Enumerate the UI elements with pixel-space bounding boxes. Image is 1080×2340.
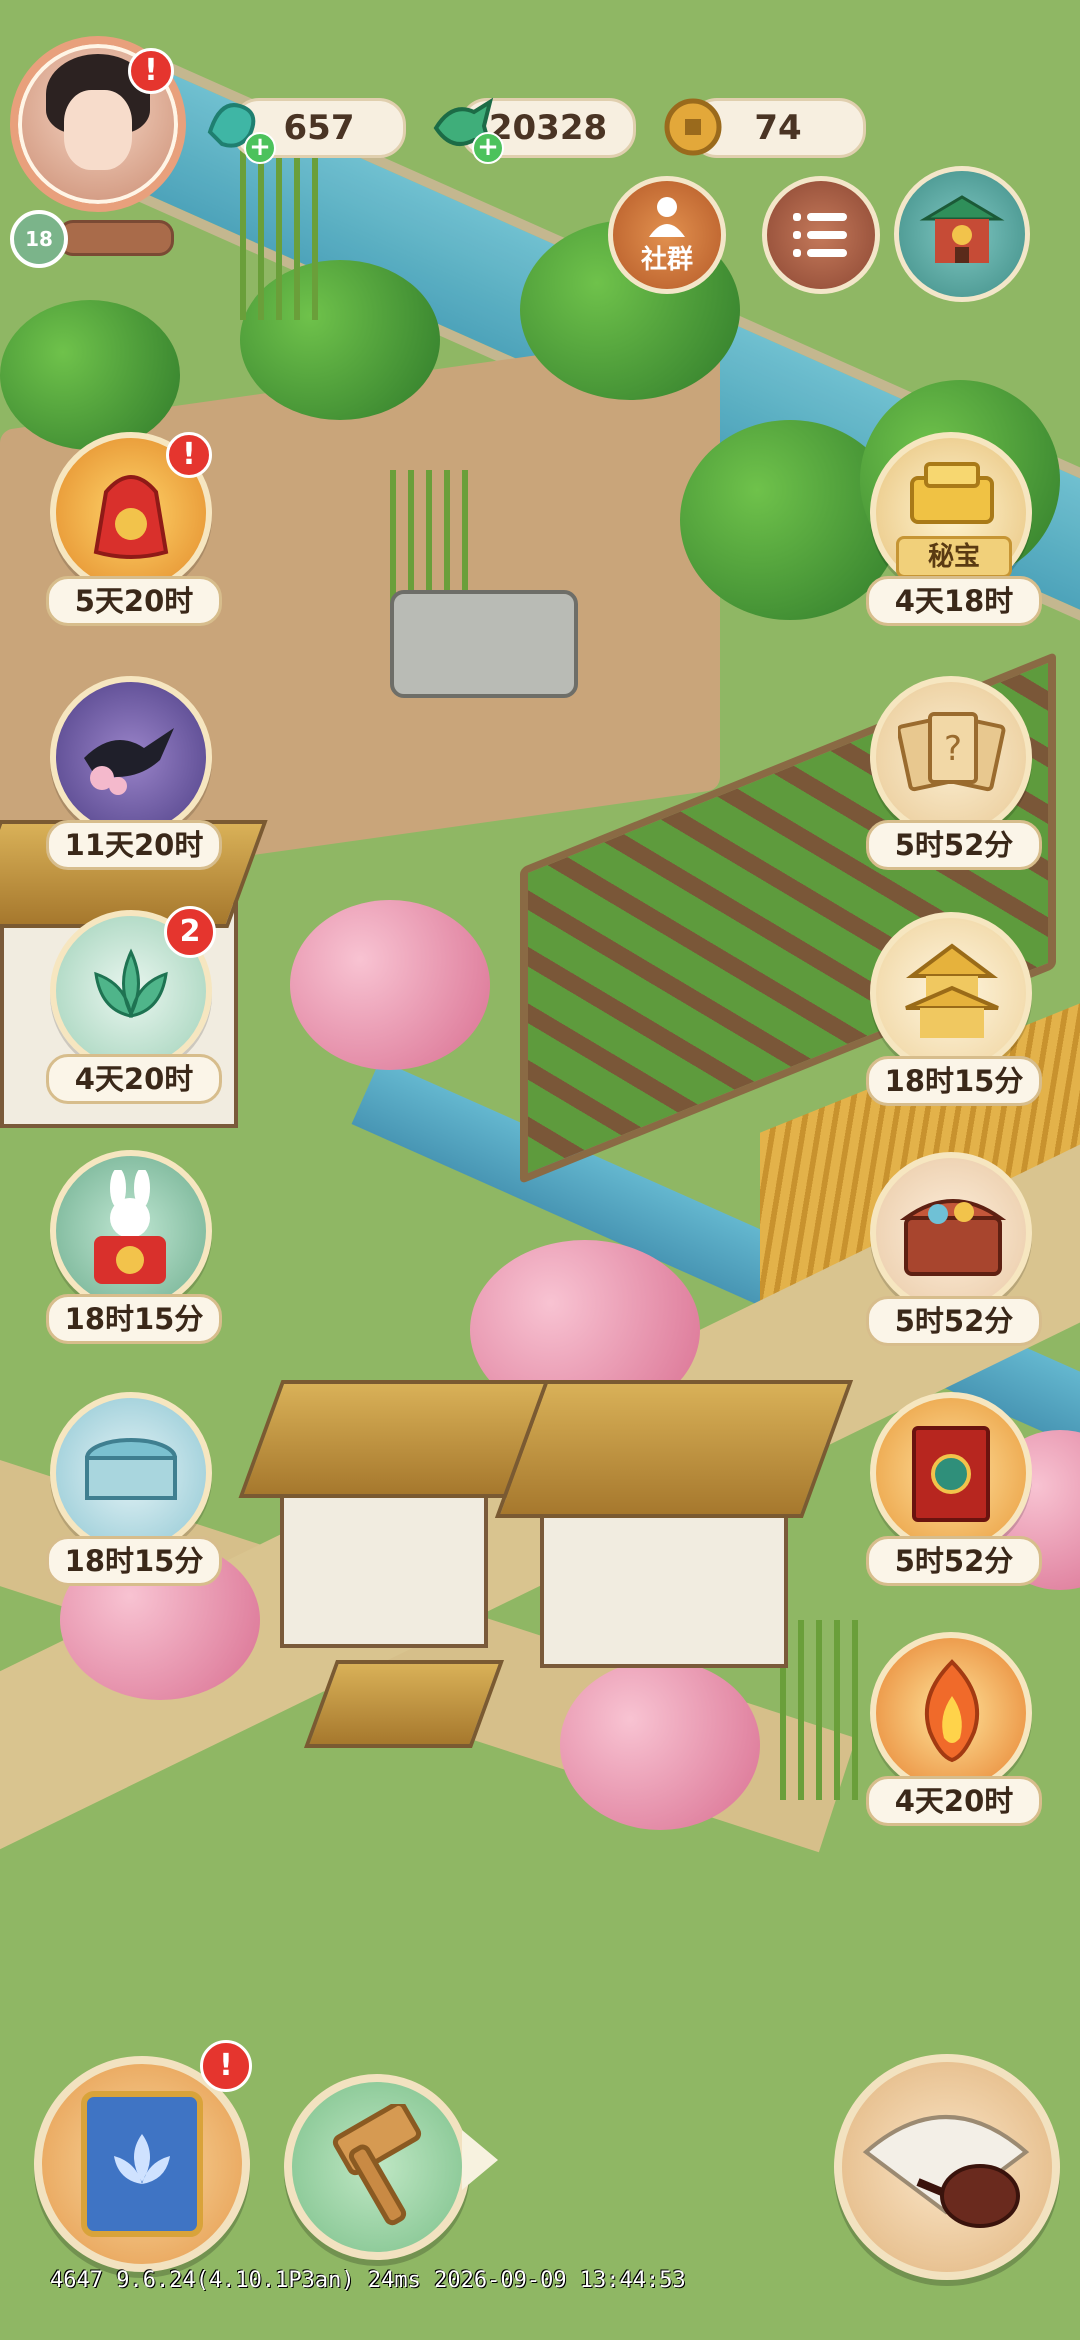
- pavilion-shop-icon: [919, 195, 1005, 263]
- treasure-label: 秘宝: [896, 536, 1012, 578]
- plus-icon[interactable]: +: [472, 132, 504, 164]
- avatar-face: [64, 90, 132, 170]
- cottage-wall[interactable]: [540, 1510, 788, 1668]
- player-level-badge: 18: [10, 210, 68, 268]
- cherry-tree: [560, 1660, 760, 1830]
- gold-treasure-icon: 秘宝: [870, 432, 1032, 594]
- event-timer: 5时52分: [866, 820, 1042, 870]
- magpie-blossom-icon: [50, 676, 212, 838]
- event-timer: 5时52分: [866, 1536, 1042, 1586]
- event-magpie[interactable]: 11天20时: [46, 676, 222, 870]
- book-alert-icon: !: [200, 2040, 252, 2092]
- rabbit-gift-icon: [50, 1150, 212, 1312]
- mystery-cards-icon: ?: [870, 676, 1032, 838]
- fan-teapot-icon: [862, 2115, 1030, 2228]
- xp-bar: [58, 220, 174, 256]
- lotus-book-icon: [81, 2091, 203, 2237]
- bamboo: [240, 140, 330, 320]
- green-carp-token-icon[interactable]: +: [428, 92, 504, 164]
- event-timer: 11天20时: [46, 820, 222, 870]
- golden-pagoda-icon: [870, 912, 1032, 1074]
- wooden-hammer-icon: [332, 2104, 422, 2226]
- event-timer: 4天20时: [866, 1776, 1042, 1826]
- event-timer: 4天20时: [46, 1054, 222, 1104]
- red-gift-box-icon: [870, 1392, 1032, 1554]
- avatar-alert-icon: !: [128, 48, 174, 94]
- event-timer: 5时52分: [866, 1296, 1042, 1346]
- event-moon-well[interactable]: 18时15分: [46, 1392, 222, 1586]
- event-red-gift-box[interactable]: 5时52分: [866, 1392, 1042, 1586]
- event-golden-pagoda[interactable]: 18时15分: [866, 912, 1042, 1106]
- event-mystery-cards[interactable]: ? 5时52分: [866, 676, 1042, 870]
- thatched-roof: [494, 1380, 854, 1518]
- event-secret-treasure[interactable]: 秘宝 4天18时: [866, 432, 1042, 626]
- cherry-tree: [290, 900, 490, 1070]
- event-count-badge: 2: [164, 906, 216, 958]
- event-timer: 18时15分: [866, 1056, 1042, 1106]
- community-button[interactable]: 社群: [608, 176, 726, 294]
- shop-button[interactable]: [894, 166, 1030, 302]
- copper-coin-icon[interactable]: [658, 92, 728, 162]
- cottage-wall[interactable]: [280, 1480, 488, 1648]
- event-timer: 18时15分: [46, 1294, 222, 1344]
- treasure-chest-icon: [870, 1152, 1032, 1314]
- svg-text:?: ?: [944, 729, 962, 769]
- event-treasure-chest[interactable]: 5时52分: [866, 1152, 1042, 1346]
- event-alert-icon: !: [166, 432, 212, 478]
- event-phoenix-flame[interactable]: 4天20时: [866, 1632, 1042, 1826]
- expand-arrow-icon[interactable]: [462, 2130, 498, 2190]
- jade-dragon-gem-icon[interactable]: +: [200, 92, 276, 164]
- menu-button[interactable]: [762, 176, 880, 294]
- bamboo: [780, 1620, 870, 1800]
- event-timer: 18时15分: [46, 1536, 222, 1586]
- plus-icon[interactable]: +: [244, 132, 276, 164]
- moon-well-icon: [50, 1392, 212, 1554]
- tree: [0, 300, 180, 450]
- thatched-roof: [238, 1380, 550, 1498]
- list-menu-icon: [793, 213, 847, 257]
- build-hammer-button[interactable]: [284, 2074, 470, 2260]
- debug-info-text: 4647 9.6.24(4.10.1P3an) 24ms 2026-09-09 …: [50, 2268, 686, 2293]
- phoenix-flame-icon: [870, 1632, 1032, 1794]
- stone-altar[interactable]: [390, 590, 578, 698]
- fan-teapot-button[interactable]: [834, 2054, 1060, 2280]
- well-roof: [303, 1660, 505, 1748]
- event-timer: 5天20时: [46, 576, 222, 626]
- event-rabbit-gift[interactable]: 18时15分: [46, 1150, 222, 1344]
- event-timer: 4天18时: [866, 576, 1042, 626]
- person-icon: [649, 197, 685, 237]
- community-label: 社群: [640, 245, 693, 275]
